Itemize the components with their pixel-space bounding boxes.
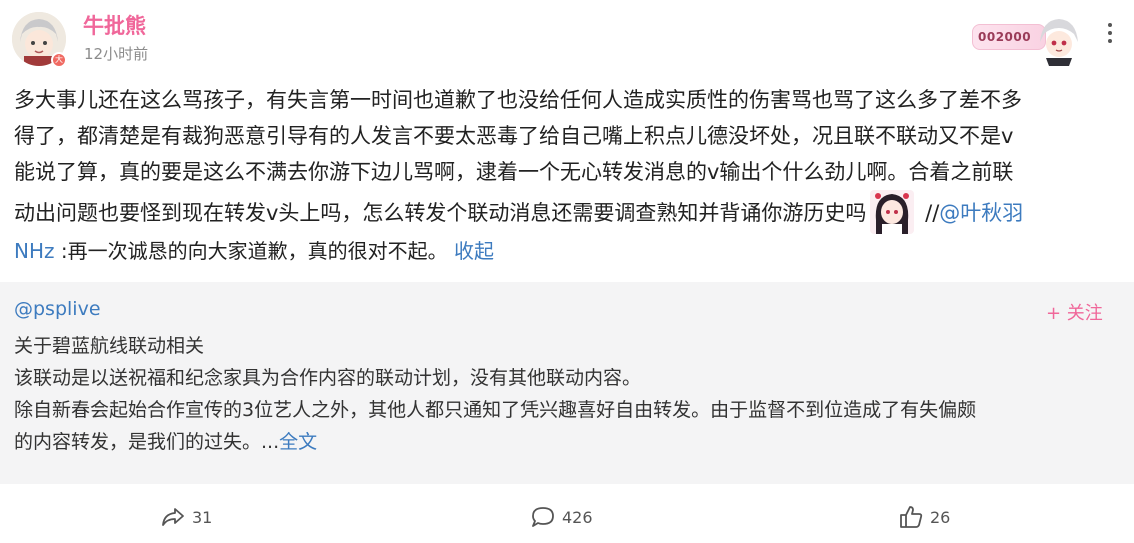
share-button[interactable]: 31: [160, 502, 212, 532]
body-line: 多大事儿还在这么骂孩子，有失言第一时间也道歉了也没给任何人造成实质性的伤害骂也骂…: [14, 88, 1022, 112]
reposted-text: 关于碧蓝航线联动相关 该联动是以送祝福和纪念家具为合作内容的联动计划，没有其他联…: [14, 330, 1120, 458]
like-button[interactable]: 26: [898, 502, 950, 532]
collapse-button[interactable]: 收起: [454, 239, 494, 263]
comment-count: 426: [562, 507, 593, 527]
share-icon: [162, 508, 184, 526]
action-bar: 31 426 26: [0, 492, 1134, 543]
like-count: 26: [930, 507, 951, 527]
reposted-line: 关于碧蓝航线联动相关: [14, 335, 205, 357]
reposted-line: 除自新春会起始合作宣传的3位艺人之外，其他人都只通知了凭兴趣喜好自由转发。由于监…: [14, 399, 977, 421]
reposted-user-link[interactable]: @psplive: [14, 298, 101, 320]
body-line: 能说了算，真的要是这么不满去你游下边儿骂啊，逮着一个无心转发消息的v输出个什么劲…: [14, 160, 1014, 184]
reposted-card[interactable]: @psplive + 关注 关于碧蓝航线联动相关 该联动是以送祝福和纪念家具为合…: [0, 282, 1134, 484]
username[interactable]: 牛批熊: [83, 10, 146, 40]
follow-button[interactable]: + 关注: [1046, 299, 1103, 325]
mention-link[interactable]: @叶秋羽: [939, 201, 1023, 225]
body-line: 得了，都清楚是有裁狗恶意引导有的人发言不要太恶毒了给自己嘴上积点儿德没坏处，况且…: [14, 124, 1014, 148]
reposted-line: 的内容转发，是我们的过失。...: [14, 431, 280, 453]
body-line: 动出问题也要怪到现在转发v头上吗，怎么转发个联动消息还需要调查熟知并背诵你游历史…: [14, 201, 867, 225]
note-user-link[interactable]: NHz: [14, 239, 55, 263]
reposted-line: 该联动是以送祝福和纪念家具为合作内容的联动计划，没有其他联动内容。: [14, 367, 642, 389]
like-icon: [900, 506, 923, 528]
repost-separator: //: [918, 201, 940, 225]
post-body: 多大事儿还在这么骂孩子，有失言第一时间也道歉了也没给任何人造成实质性的伤害骂也骂…: [14, 82, 1120, 234]
verified-badge: 大: [51, 52, 67, 68]
card-decoration[interactable]: 002000: [972, 16, 1087, 66]
sticker-emoji-icon: [870, 190, 915, 234]
post-header: 大 牛批熊 12小时前 002000: [0, 0, 1134, 76]
comment-button[interactable]: 426: [530, 502, 593, 532]
deco-character-icon: [1040, 19, 1078, 66]
note-text: :再一次诚恳的向大家道歉，真的很对不起。: [54, 239, 454, 263]
more-vertical-icon[interactable]: [1100, 18, 1120, 48]
body-line-last: 动出问题也要怪到现在转发v头上吗，怎么转发个联动消息还需要调查熟知并背诵你游历史…: [14, 190, 1120, 234]
appended-note: NHz :再一次诚恳的向大家道歉，真的很对不起。 收起: [14, 236, 494, 266]
deco-number: 002000: [978, 30, 1032, 44]
post-time: 12小时前: [84, 45, 149, 63]
reposted-line-last: 的内容转发，是我们的过失。...全文: [14, 426, 1120, 458]
share-count: 31: [192, 507, 213, 527]
full-text-link[interactable]: 全文: [279, 431, 317, 453]
comment-icon: [532, 507, 554, 527]
